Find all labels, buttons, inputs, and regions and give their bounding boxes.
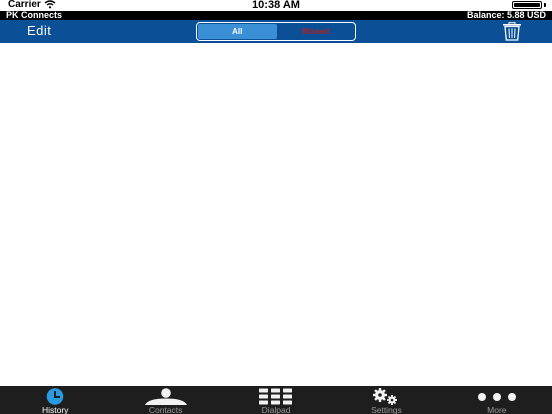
tab-label: Settings: [371, 405, 402, 414]
segment-all[interactable]: All: [198, 24, 277, 39]
account-info-bar: PK Connects Balance: 5.88 USD: [0, 10, 552, 20]
balance-label: Balance: 5.88 USD: [466, 10, 546, 20]
app-name: PK Connects: [6, 10, 63, 20]
dialpad-icon: [259, 388, 293, 405]
more-dots-icon: [477, 393, 516, 401]
segment-missed[interactable]: Missed: [277, 23, 356, 40]
trash-icon[interactable]: [500, 22, 524, 41]
tab-dialpad[interactable]: Dialpad: [221, 386, 331, 414]
battery-icon: [512, 1, 542, 9]
edit-button[interactable]: Edit: [27, 23, 51, 38]
tab-more[interactable]: More: [442, 386, 552, 414]
tab-label: More: [487, 405, 507, 414]
tab-history[interactable]: History: [0, 386, 110, 414]
clock-icon: [46, 388, 64, 405]
tab-label: History: [41, 405, 69, 414]
tab-contacts[interactable]: Contacts: [110, 386, 220, 414]
navigation-bar: Edit All Missed: [0, 20, 552, 43]
tab-bar: History Contacts Dialpad Settings More: [0, 386, 552, 414]
tab-label: Dialpad: [261, 405, 291, 414]
person-icon: [144, 388, 187, 405]
call-history-list: [0, 43, 552, 386]
history-filter-segmented-control: All Missed: [196, 22, 356, 41]
gears-icon: [373, 388, 398, 405]
tab-settings[interactable]: Settings: [331, 386, 441, 414]
tab-label: Contacts: [148, 405, 183, 414]
battery-indicator: [512, 1, 546, 9]
